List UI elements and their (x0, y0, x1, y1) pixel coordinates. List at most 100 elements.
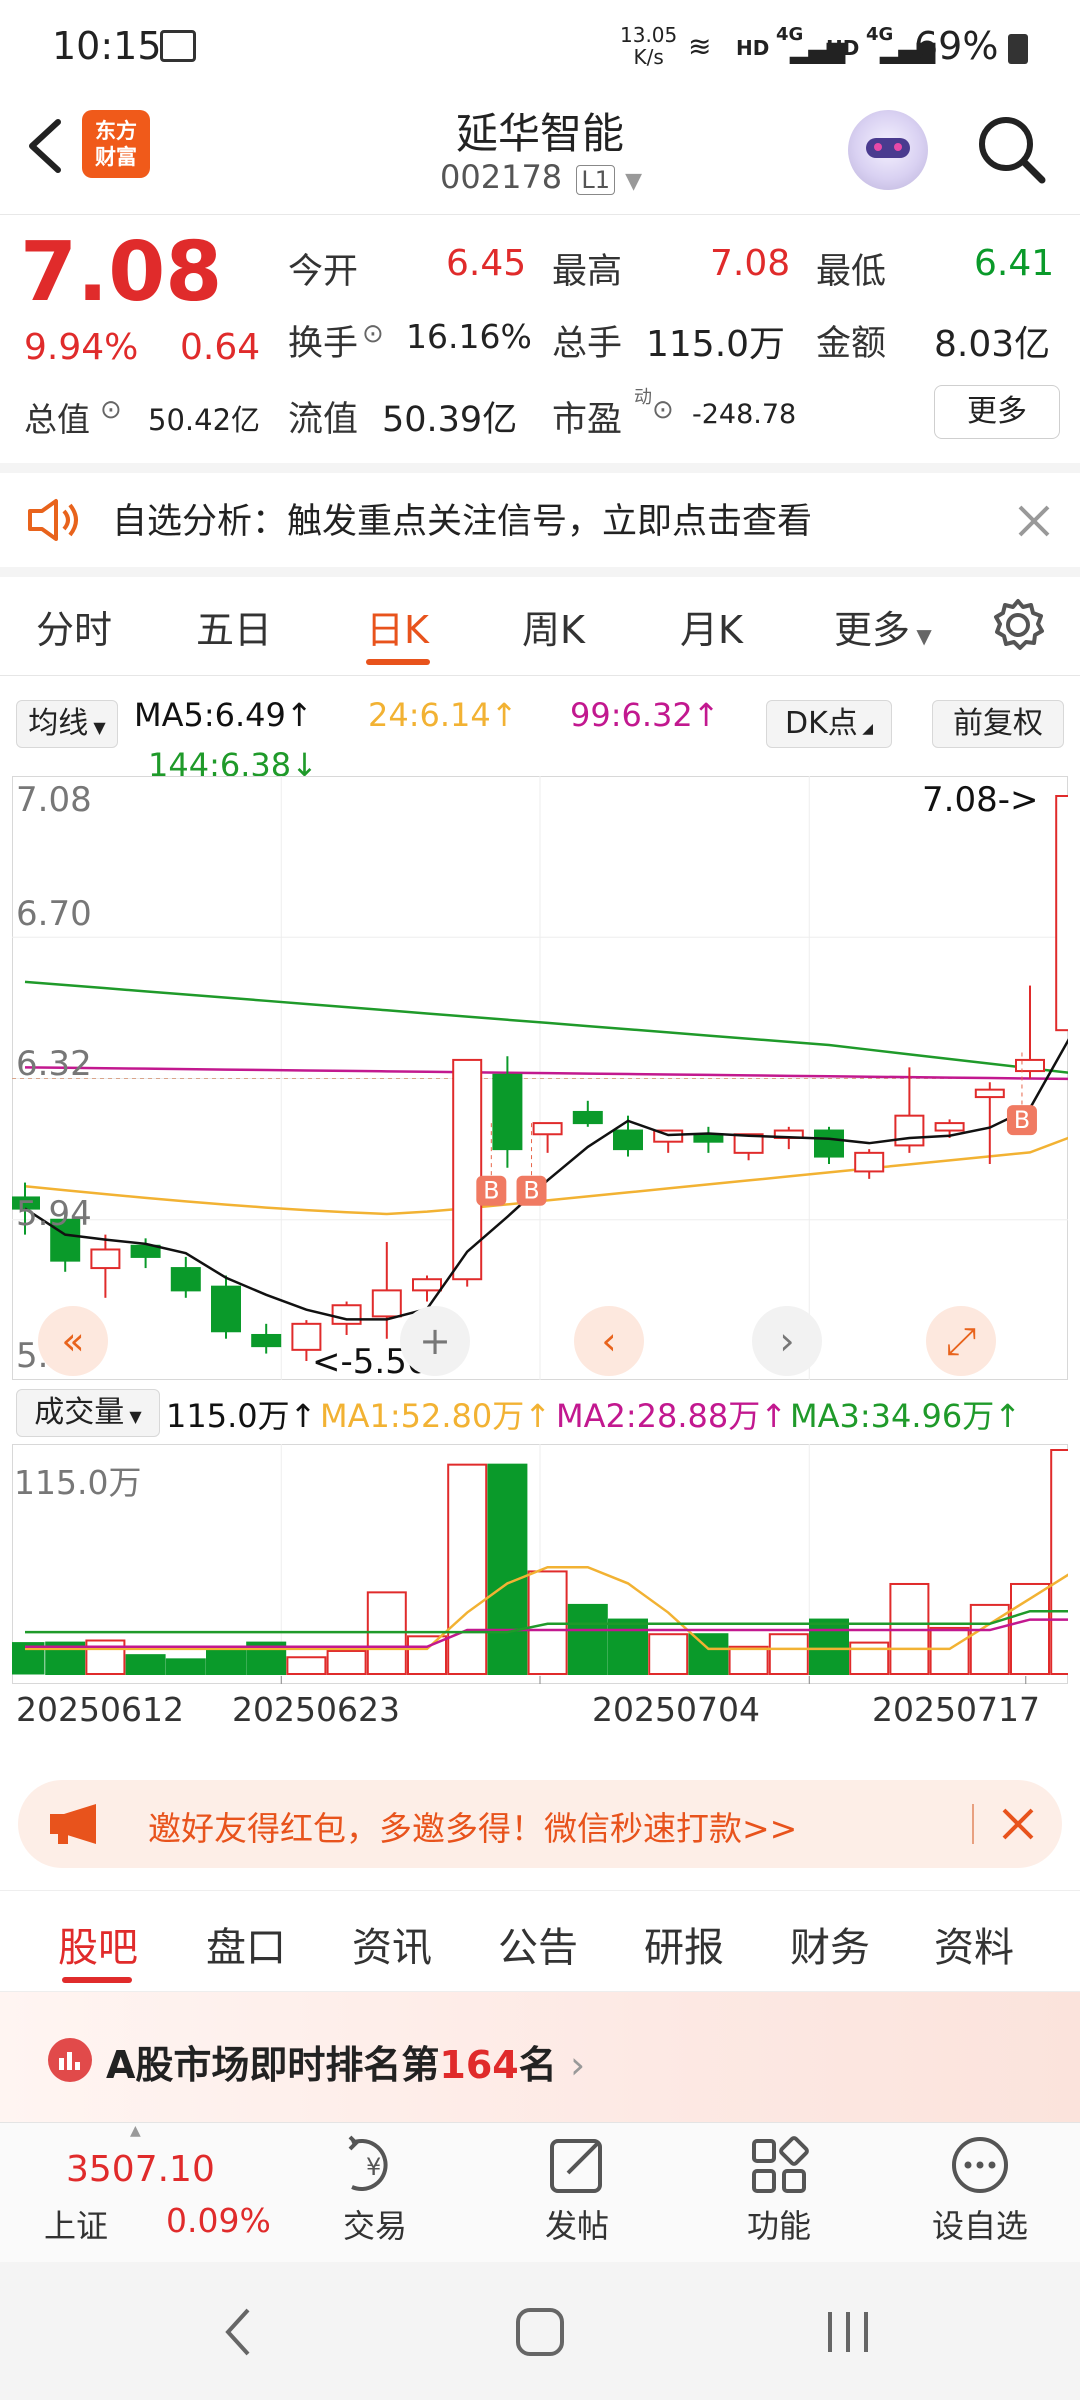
candle-body (693, 1133, 724, 1143)
collapse-caret-icon[interactable]: ▲ (130, 2123, 141, 2139)
nav-post[interactable]: 发帖 (522, 2133, 632, 2247)
candle-body (613, 1129, 643, 1151)
stock-name: 延华智能 (455, 109, 624, 158)
nav-add-watchlist[interactable]: 设自选 (920, 2133, 1040, 2247)
candle-body (1055, 795, 1068, 1032)
tab-weekly-k[interactable]: 周K (522, 599, 585, 654)
info-icon[interactable]: ⊙ (100, 395, 122, 425)
tab-announcements[interactable]: 公告 (498, 1915, 578, 1973)
more-dots-icon (952, 2137, 1008, 2193)
price-adjust-button[interactable]: 前复权 (932, 700, 1064, 748)
speaker-icon (28, 499, 78, 541)
close-icon[interactable] (1016, 503, 1052, 539)
pe-label: 市盈 (552, 400, 623, 440)
float-cap-value: 50.39亿 (382, 400, 518, 440)
candle-body (1015, 1058, 1045, 1073)
volume-bar (206, 1647, 246, 1676)
volume-bar (567, 1603, 608, 1676)
content-tabs: 股吧 盘口 资讯 公告 研报 财务 资料 (0, 1890, 1080, 1992)
tab-research[interactable]: 研报 (644, 1915, 724, 1973)
date-label: 20250717 (872, 1690, 1040, 1729)
buy-signal-text: B (1014, 1106, 1030, 1134)
nav-functions[interactable]: 功能 (724, 2133, 834, 2247)
net-speed-value: 13.05 (620, 23, 678, 47)
volume-bar (286, 1656, 327, 1675)
open-label: 今开 (288, 252, 359, 292)
volume-chart[interactable]: 115.0万 20250612 20250623 20250704 202507… (12, 1444, 1068, 1729)
system-nav-bar (0, 2262, 1080, 2400)
tab-more[interactable]: 更多 ▼ (834, 599, 932, 654)
ma-selector[interactable]: 均线 ▼ (16, 700, 118, 748)
volume-bar (648, 1633, 689, 1676)
crosshair-icon[interactable]: + (400, 1306, 470, 1376)
max-price-marker: 7.08-> (922, 780, 1039, 820)
edit-icon (550, 2139, 602, 2193)
megaphone-icon (50, 1804, 96, 1844)
back-arrow-icon[interactable] (20, 116, 70, 176)
promo-banner-wrap: 邀好友得红包，多邀多得！微信秒速打款>> (0, 1760, 1080, 1880)
logo-line-2: 财富 (95, 145, 137, 169)
tab-guba[interactable]: 股吧 (58, 1915, 138, 1973)
ranking-card[interactable]: A股市场即时排名第164名 › (0, 1992, 1080, 2122)
dk-point-button[interactable]: DK点 ◢ (766, 700, 892, 748)
index-change: 0.09% (166, 2201, 271, 2240)
dk-point-label: DK点 (785, 706, 858, 741)
search-icon[interactable] (972, 110, 1052, 190)
nav-trade[interactable]: ¥ 交易 (320, 2133, 430, 2247)
hd-badge-2: HD (826, 36, 860, 60)
tab-intraday[interactable]: 分时 (36, 599, 112, 654)
amount-value: 8.03亿 (934, 324, 1051, 365)
svg-text:¥: ¥ (366, 2153, 381, 2181)
ranking-suffix: 名 (518, 2043, 557, 2087)
ai-assistant-avatar[interactable] (848, 110, 928, 190)
tab-daily-k[interactable]: 日K (366, 599, 429, 654)
kline-chart[interactable]: BBB 7.08 6.70 6.32 5.94 5.56 7.08-> <-5.… (12, 776, 1068, 1382)
open-value: 6.45 (446, 243, 527, 284)
chevron-left-icon[interactable]: ‹ (574, 1306, 644, 1376)
chevron-right-icon[interactable]: › (752, 1306, 822, 1376)
ranking-prefix: A股市场即时排名第 (106, 2043, 440, 2087)
ma-indicator-row: 均线 ▼ MA5:6.49↑ 24:6.14↑ 99:6.32↑ 144:6.3… (0, 682, 1080, 784)
volume-value: 115.0万↑ (166, 1397, 317, 1435)
volume-bar (1050, 1449, 1068, 1675)
volume-bar (809, 1618, 849, 1676)
status-bar: 10:15 13.05 K/s ≋ HD 4G ▂▄▆ HD 4G ▂▄▆ 69… (0, 0, 1080, 96)
tab-profile[interactable]: 资料 (934, 1915, 1014, 1973)
system-home-icon[interactable] (514, 2306, 566, 2358)
date-label: 20250704 (592, 1690, 760, 1729)
candle-body (934, 1122, 965, 1132)
info-icon[interactable]: ⊙ (652, 395, 674, 425)
more-quote-button[interactable]: 更多 (934, 385, 1060, 439)
tab-five-day[interactable]: 五日 (196, 599, 272, 654)
volume-selector[interactable]: 成交量 ▼ (16, 1389, 160, 1437)
quote-panel: 7.08 9.94% 0.64 今开 6.45 最高 7.08 最低 6.41 … (0, 215, 1080, 473)
promo-banner[interactable]: 邀好友得红包，多邀多得！微信秒速打款>> (18, 1780, 1062, 1868)
stock-code-row[interactable]: 002178 L1 ▼ (440, 158, 642, 196)
volume-bar (85, 1639, 126, 1675)
info-icon[interactable]: ⊙ (362, 319, 384, 349)
settings-gear-icon[interactable] (988, 595, 1048, 655)
ma5-value: MA5:6.49↑ (134, 696, 313, 734)
nav-add-watchlist-label: 设自选 (931, 2207, 1028, 2245)
tab-finance[interactable]: 财务 (790, 1915, 870, 1973)
stock-code: 002178 (440, 158, 563, 196)
system-recents-icon[interactable] (822, 2306, 874, 2358)
turnover-value: 16.16% (406, 317, 532, 356)
market-cap-value: 50.42亿 (148, 403, 261, 437)
bar-chart-icon (48, 2038, 92, 2082)
system-back-icon[interactable] (218, 2304, 258, 2360)
tab-pankou[interactable]: 盘口 (206, 1915, 286, 1973)
candle-body (331, 1304, 362, 1325)
tab-news[interactable]: 资讯 (352, 1915, 432, 1973)
rewind-icon[interactable]: « (38, 1306, 108, 1376)
y-axis-label: 6.70 (16, 894, 92, 934)
eastmoney-logo: 东方 财富 (82, 110, 150, 178)
candle-body (170, 1267, 201, 1292)
volume-bar (125, 1654, 166, 1675)
notice-text: 自选分析：触发重点关注信号，立即点击查看 (112, 502, 813, 542)
ma-selector-label: 均线 (28, 706, 89, 741)
close-icon[interactable] (1000, 1806, 1036, 1842)
expand-icon[interactable]: ⤢ (926, 1306, 996, 1376)
notice-bar[interactable]: 自选分析：触发重点关注信号，立即点击查看 (0, 473, 1080, 577)
tab-monthly-k[interactable]: 月K (680, 599, 743, 654)
